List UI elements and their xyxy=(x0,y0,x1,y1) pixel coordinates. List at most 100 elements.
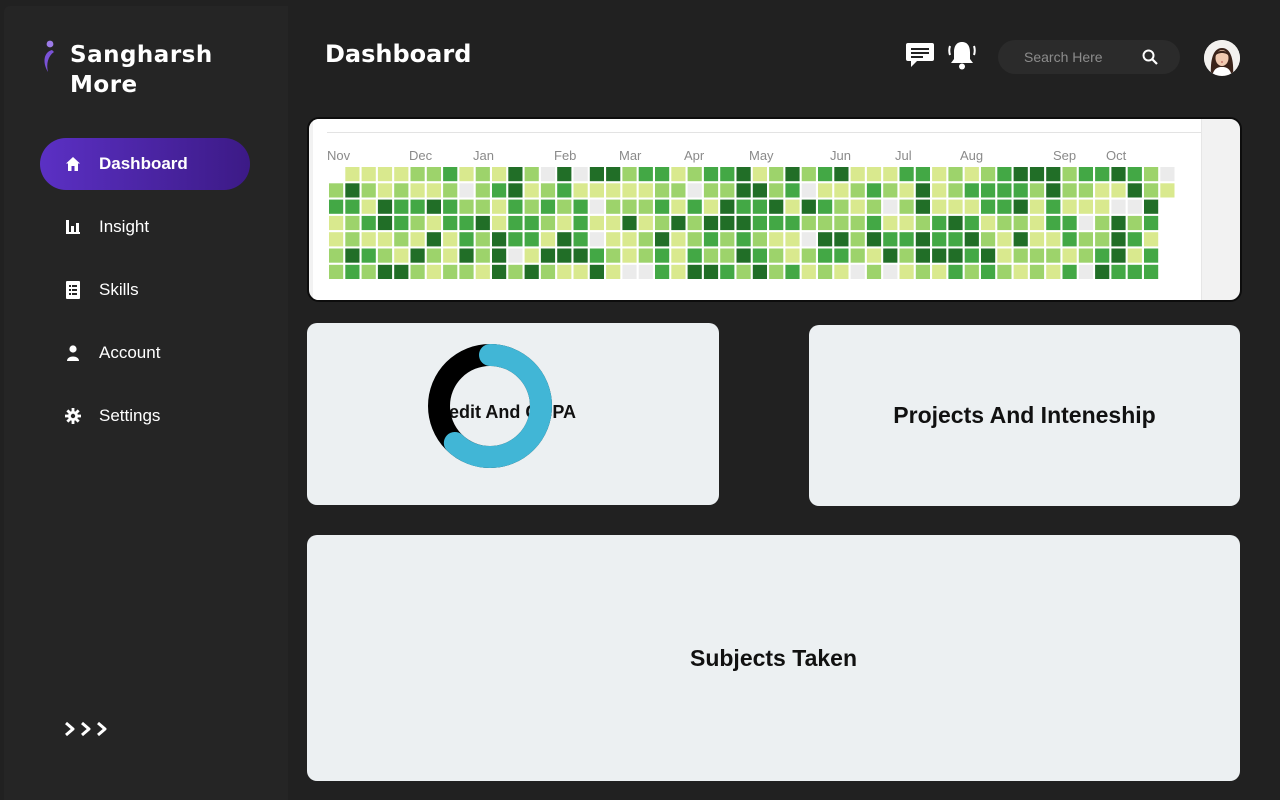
heatmap-cell xyxy=(524,183,539,198)
heatmap-cell xyxy=(361,183,376,198)
heatmap-cell xyxy=(932,183,947,198)
heatmap-cell xyxy=(932,232,947,247)
heatmap-cell xyxy=(1127,232,1142,247)
heatmap-cell xyxy=(410,248,425,263)
heatmap-cell xyxy=(394,183,409,198)
heatmap-cell xyxy=(394,232,409,247)
sidebar-item-account[interactable]: Account xyxy=(40,327,250,379)
heatmap-cell xyxy=(655,215,670,231)
heatmap-cell xyxy=(1095,183,1110,198)
search-icon[interactable] xyxy=(1142,49,1158,69)
heatmap-cell xyxy=(1013,167,1028,182)
sidebar-item-insight[interactable]: Insight xyxy=(40,201,250,253)
heatmap-cell xyxy=(769,215,784,231)
heatmap-cell xyxy=(883,248,898,263)
heatmap-cell xyxy=(687,167,702,182)
heatmap-cell xyxy=(948,248,963,263)
heatmap-cell xyxy=(964,232,979,247)
heatmap-cell xyxy=(573,167,588,182)
heatmap-cell xyxy=(557,167,572,182)
heatmap-cell xyxy=(703,167,719,182)
heatmap-cell xyxy=(769,248,784,263)
heatmap-cell xyxy=(524,248,539,263)
heatmap-cell xyxy=(981,167,996,182)
heatmap-cell xyxy=(606,264,621,279)
heatmap-cell xyxy=(752,167,767,182)
heatmap-cell xyxy=(492,199,507,214)
heatmap-cell xyxy=(410,264,425,279)
heatmap-cell xyxy=(1127,167,1142,182)
heatmap-cell xyxy=(720,183,735,198)
heatmap-cell xyxy=(459,183,474,198)
heatmap-cell xyxy=(655,264,670,279)
heatmap-cell xyxy=(915,232,930,247)
heatmap-cell xyxy=(475,199,490,214)
heatmap-cell xyxy=(329,264,344,279)
sidebar-item-label: Account xyxy=(99,343,161,362)
heatmap-cell xyxy=(981,215,996,231)
heatmap-cell xyxy=(736,232,751,247)
heatmap-cell xyxy=(345,167,360,182)
heatmap-cell xyxy=(377,215,393,231)
heatmap-cell xyxy=(834,215,849,231)
heatmap-cell xyxy=(540,264,556,279)
heatmap-cell xyxy=(540,248,556,263)
heatmap-cell xyxy=(1029,183,1045,198)
heatmap-cell xyxy=(1078,199,1093,214)
projects-internship-card[interactable]: Projects And Inteneship xyxy=(809,325,1240,506)
bell-icon xyxy=(947,39,977,75)
heatmap-cell xyxy=(752,215,767,231)
subjects-taken-card[interactable]: Subjects Taken xyxy=(307,535,1240,781)
heatmap-cell xyxy=(883,232,898,247)
heatmap-cell xyxy=(1029,199,1045,214)
sidebar-item-dashboard[interactable]: Dashboard xyxy=(40,138,250,190)
heatmap-cell xyxy=(1013,264,1028,279)
credit-cgpa-card[interactable]: Credit And CGPA xyxy=(307,323,719,505)
heatmap-cell xyxy=(557,232,572,247)
heatmap-cell xyxy=(492,215,507,231)
heatmap-cell xyxy=(850,215,865,231)
heatmap-cell xyxy=(785,199,800,214)
heatmap-cell xyxy=(1078,232,1093,247)
heatmap-cell xyxy=(361,215,376,231)
sidebar-item-skills[interactable]: Skills xyxy=(40,264,250,316)
heatmap-cell xyxy=(589,248,604,263)
heatmap-cell xyxy=(638,199,653,214)
heatmap-cell xyxy=(508,264,523,279)
heatmap-cell xyxy=(508,248,523,263)
messages-button[interactable] xyxy=(904,40,936,74)
heatmap-cell xyxy=(443,232,458,247)
expand-sidebar-button[interactable] xyxy=(64,720,112,742)
heatmap-cell xyxy=(720,248,735,263)
heatmap-cell xyxy=(671,264,686,279)
sidebar-item-settings[interactable]: Settings xyxy=(40,390,250,442)
heatmap-cell xyxy=(345,232,360,247)
heatmap-cell xyxy=(1095,232,1110,247)
heatmap-cell xyxy=(1111,248,1126,263)
heatmap-cell xyxy=(557,264,572,279)
heatmap-cell xyxy=(1013,232,1028,247)
notifications-button[interactable] xyxy=(946,40,978,74)
search-input[interactable] xyxy=(1022,48,1146,66)
heatmap-cell xyxy=(394,215,409,231)
heatmap-cell xyxy=(1046,232,1061,247)
heatmap-cell xyxy=(377,232,393,247)
heatmap-cell xyxy=(622,264,637,279)
heatmap-cell xyxy=(932,215,947,231)
heatmap-cell xyxy=(1013,248,1028,263)
heatmap-cell xyxy=(394,167,409,182)
heatmap-cell xyxy=(1062,215,1077,231)
heatmap-cell xyxy=(377,248,393,263)
heatmap-cell xyxy=(932,167,947,182)
heatmap-cell xyxy=(703,248,719,263)
heatmap-cell xyxy=(1046,199,1061,214)
heatmap-cell xyxy=(475,183,490,198)
heatmap-cell xyxy=(769,199,784,214)
heatmap-cell xyxy=(1062,248,1077,263)
heatmap-cell xyxy=(866,264,882,279)
heatmap-cell xyxy=(801,248,816,263)
avatar[interactable] xyxy=(1204,40,1240,76)
heatmap-cell xyxy=(329,183,344,198)
heatmap-cell xyxy=(671,183,686,198)
brand-logo-icon xyxy=(40,40,60,76)
